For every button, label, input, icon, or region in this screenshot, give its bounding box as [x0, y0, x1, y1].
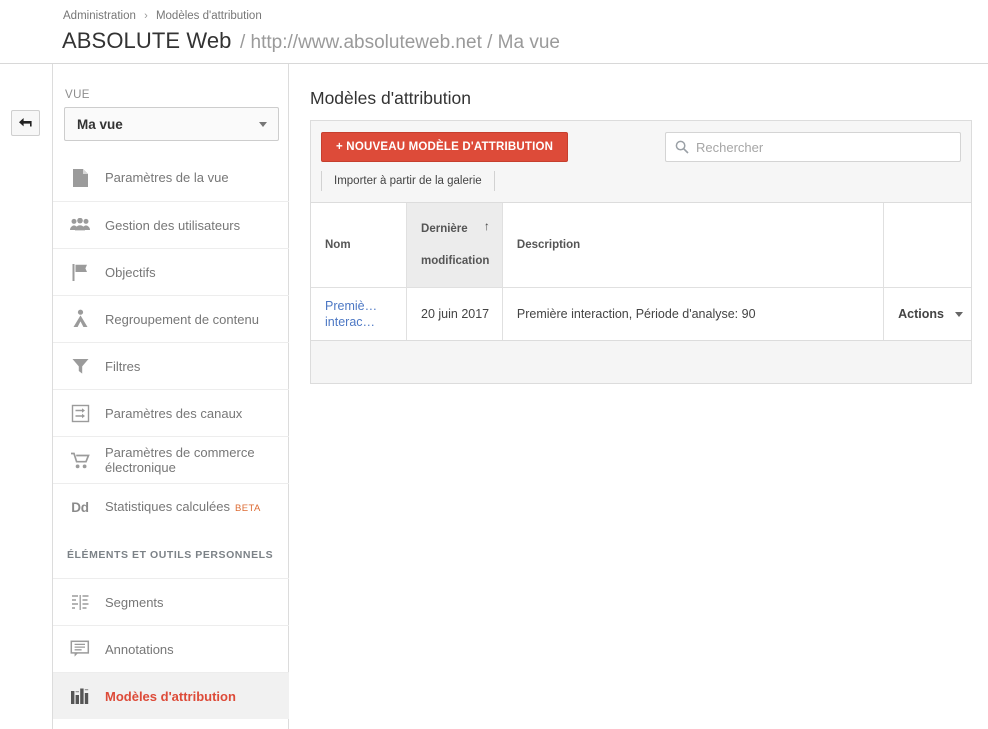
column-header-label: Description [516, 239, 581, 251]
sidebar-item-goals[interactable]: Objectifs [53, 248, 289, 295]
account-name: ABSOLUTE Web [62, 28, 232, 53]
cell-description: Première interaction, Période d'analyse:… [502, 287, 885, 340]
sidebar-item-user-management[interactable]: Gestion des utilisateurs [53, 201, 289, 248]
property-view-path: / http://www.absoluteweb.net / Ma vue [239, 32, 560, 53]
chevron-down-icon [954, 311, 963, 317]
table-header-row: Nom Dernière modification ↑ Description [311, 203, 971, 288]
models-toolbar: + NOUVEAU MODÈLE D'ATTRIBUTION Importer … [311, 121, 971, 203]
sidebar-item-label: Modèles d'attribution [105, 688, 236, 704]
column-header-description[interactable]: Description [502, 203, 885, 288]
sidebar-item-label: Paramètres de commerce électronique [105, 445, 255, 475]
table-head: Nom Dernière modification ↑ Description [311, 203, 971, 288]
cell-model-name: Premiè… interac… [311, 287, 408, 340]
flag-icon [67, 259, 93, 285]
page-header-title: ABSOLUTE Web / http://www.absoluteweb.ne… [62, 28, 560, 54]
shopping-cart-icon [67, 447, 93, 473]
breadcrumb: Administration › Modèles d'attribution [63, 10, 262, 22]
search-icon [675, 140, 689, 154]
sidebar-item-calculated-metrics[interactable]: Dd Statistiques calculées BETA [53, 483, 289, 530]
app-header: Administration › Modèles d'attribution A… [0, 0, 988, 64]
sidebar-item-channel-settings[interactable]: Paramètres des canaux [53, 389, 289, 436]
column-header-last-modified[interactable]: Dernière modification ↑ [406, 203, 503, 288]
view-selector-dropdown[interactable]: Ma vue [64, 107, 279, 141]
cell-actions: Actions [883, 287, 971, 340]
page-title: Modèles d'attribution [310, 88, 471, 108]
channels-icon [67, 400, 93, 426]
search-input[interactable] [696, 139, 946, 155]
funnel-icon [67, 353, 93, 379]
actions-label: Actions [898, 307, 944, 321]
cell-last-modified: 20 juin 2017 [406, 287, 503, 340]
sort-ascending-icon: ↑ [483, 219, 490, 233]
sidebar-item-label: Objectifs [105, 264, 156, 280]
sidebar-item-attribution-models[interactable]: Modèles d'attribution [53, 672, 300, 719]
sidebar-item-content-grouping[interactable]: Regroupement de contenu [53, 295, 289, 342]
model-name-link-cont[interactable]: interac… [325, 314, 398, 330]
sidebar-section-personal-tools: ÉLÉMENTS ET OUTILS PERSONNELS [53, 531, 289, 578]
main-content: Modèles d'attribution + NOUVEAU MODÈLE D… [289, 64, 988, 729]
sidebar-item-label: Filtres [105, 358, 141, 374]
column-header-label: Nom [325, 239, 351, 251]
table-footer [311, 340, 971, 383]
table-body: Premiè… interac… 20 juin 2017 Première i… [311, 287, 971, 340]
divider [493, 171, 495, 191]
column-header-label: Dernière modification [421, 223, 490, 267]
content-grouping-icon [67, 306, 93, 332]
sidebar-item-ecommerce-settings[interactable]: Paramètres de commerce électronique [53, 436, 289, 483]
actions-dropdown[interactable]: Actions [898, 307, 963, 321]
breadcrumb-separator: › [144, 10, 148, 22]
users-icon [67, 212, 93, 238]
sidebar-item-label: Segments [105, 594, 164, 610]
sidebar-item-segments[interactable]: Segments [53, 578, 289, 625]
annotation-bubble-icon [67, 636, 93, 662]
table-row: Premiè… interac… 20 juin 2017 Première i… [311, 287, 971, 340]
document-icon [67, 165, 93, 191]
sidebar-item-label: Gestion des utilisateurs [105, 217, 241, 233]
breadcrumb-item-current: Modèles d'attribution [155, 10, 262, 22]
view-selector-label: VUE [65, 89, 90, 101]
sidebar-item-label: Paramètres des canaux [105, 405, 243, 421]
sidebar-item-text: Statistiques calculées [105, 498, 231, 514]
sidebar-item-filters[interactable]: Filtres [53, 342, 289, 389]
admin-sidebar: VUE Ma vue Paramètres de la vue Gestion … [53, 64, 300, 729]
chevron-down-icon [259, 122, 267, 127]
sidebar-item-label: Annotations [105, 641, 174, 657]
sidebar-item-label: Statistiques calculées BETA [105, 499, 261, 516]
sidebar-item-label: Paramètres de la vue [105, 170, 229, 185]
back-button[interactable] [11, 110, 40, 136]
view-selector-value: Ma vue [77, 117, 123, 132]
import-from-gallery-link[interactable]: Importer à partir de la galerie [322, 175, 494, 187]
new-attribution-model-button[interactable]: + NOUVEAU MODÈLE D'ATTRIBUTION [321, 132, 569, 162]
import-row: Importer à partir de la galerie [321, 169, 495, 193]
column-header-nom[interactable]: Nom [311, 203, 408, 288]
status-badge-beta: BETA [235, 502, 261, 514]
attribution-models-table: Nom Dernière modification ↑ Description [311, 203, 971, 340]
bar-chart-icon [67, 683, 93, 709]
dd-icon: Dd [67, 494, 93, 520]
segments-icon [67, 589, 93, 615]
column-header-actions [883, 203, 971, 288]
search-box[interactable] [665, 132, 961, 162]
sidebar-nav-list: Paramètres de la vue Gestion des utilisa… [53, 154, 300, 719]
models-panel: + NOUVEAU MODÈLE D'ATTRIBUTION Importer … [310, 120, 972, 384]
sidebar-item-annotations[interactable]: Annotations [53, 625, 289, 672]
breadcrumb-item-administration[interactable]: Administration [63, 10, 136, 22]
sidebar-item-label: Regroupement de contenu [105, 311, 259, 327]
back-arrow-icon [19, 118, 32, 127]
sidebar-item-view-settings[interactable]: Paramètres de la vue [53, 154, 289, 201]
sidebar-section-label: ÉLÉMENTS ET OUTILS PERSONNELS [67, 548, 274, 561]
dd-icon-text: Dd [71, 499, 89, 515]
model-name-link[interactable]: Premiè… [325, 298, 398, 314]
